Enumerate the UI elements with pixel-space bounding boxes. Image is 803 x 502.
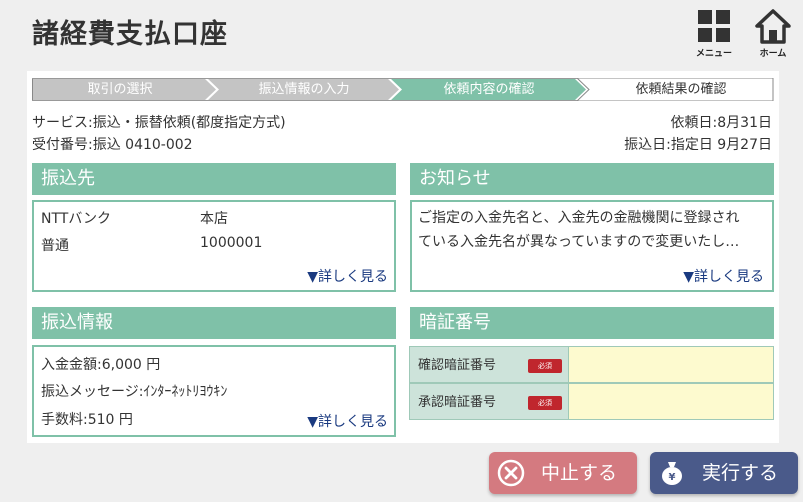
transfer-box: 入金金額:6,000 円 振込メッセージ:ｲﾝﾀｰﾈｯﾄﾘﾖｳｷﾝ 手数料:51… — [32, 345, 396, 437]
transfer-message: 振込メッセージ:ｲﾝﾀｰﾈｯﾄﾘﾖｳｷﾝ — [41, 384, 228, 400]
payee-heading: 振込先 — [32, 163, 396, 195]
approve-pin-input[interactable] — [569, 383, 774, 420]
notice-details-link[interactable]: ▼詳しく見る — [683, 266, 764, 286]
notice-heading: お知らせ — [410, 163, 774, 195]
notice-line-1: ご指定の入金先名と、入金先の金融機関に登録され — [418, 210, 740, 226]
transfer-fee: 手数料:510 円 — [41, 412, 133, 428]
svg-text:¥: ¥ — [669, 472, 676, 483]
required-badge: 必須 — [528, 359, 562, 373]
approve-pin-row: 承認暗証番号 必須 — [409, 383, 774, 420]
payee-box: NTTバンク 本店 普通 1000001 ▼詳しく見る — [32, 200, 396, 292]
execute-button[interactable]: ¥ 実行する — [650, 452, 798, 494]
transfer-amount: 入金金額:6,000 円 — [41, 357, 161, 373]
payee-account-type: 普通 — [41, 238, 69, 254]
transfer-heading: 振込情報 — [32, 307, 396, 339]
pin-heading: 暗証番号 — [410, 307, 774, 339]
notice-line-2: ている入金先名が異なっていますので変更いたし… — [418, 234, 740, 250]
menu-label: メニュー — [695, 49, 732, 59]
home-label: ホーム — [759, 49, 787, 59]
step-4: 依頼結果の確認 — [635, 82, 727, 97]
confirm-pin-row: 確認暗証番号 必須 — [409, 346, 774, 383]
step-3-active: 依頼内容の確認 — [443, 82, 535, 97]
step-1: 取引の選択 — [87, 82, 153, 97]
main-panel: 取引の選択 振込情報の入力 依頼内容の確認 依頼結果の確認 サービス:振込・振替… — [27, 71, 779, 443]
payee-details-link[interactable]: ▼詳しく見る — [307, 266, 388, 286]
required-badge: 必須 — [528, 396, 562, 410]
cancel-icon — [497, 459, 525, 487]
cancel-label: 中止する — [541, 462, 618, 484]
home-icon — [755, 9, 791, 44]
receipt-number: 受付番号:振込 0410-002 — [32, 137, 193, 153]
payee-bank: NTTバンク — [41, 211, 112, 227]
confirm-pin-input[interactable] — [569, 346, 774, 383]
money-bag-icon: ¥ — [662, 462, 682, 485]
transfer-date: 振込日:指定日 9月27日 — [624, 137, 772, 153]
execute-label: 実行する — [702, 462, 779, 484]
step-2: 振込情報の入力 — [258, 82, 350, 97]
grid-menu-icon — [698, 10, 730, 42]
transfer-details-link[interactable]: ▼詳しく見る — [307, 411, 388, 431]
page-title: 諸経費支払口座 — [32, 19, 228, 50]
home-button[interactable]: ホーム — [750, 8, 796, 59]
notice-box: ご指定の入金先名と、入金先の金融機関に登録され ている入金先名が異なっていますの… — [410, 200, 774, 292]
cancel-button[interactable]: 中止する — [489, 452, 637, 494]
service-info: サービス:振込・振替依頼(都度指定方式) — [32, 115, 286, 131]
payee-account-number: 1000001 — [200, 235, 263, 251]
payee-branch: 本店 — [200, 211, 228, 227]
step-indicator: 取引の選択 振込情報の入力 依頼内容の確認 依頼結果の確認 — [32, 78, 774, 101]
confirm-pin-label: 確認暗証番号 必須 — [409, 346, 569, 383]
menu-button[interactable]: メニュー — [691, 8, 737, 59]
request-date: 依頼日:8月31日 — [670, 115, 772, 131]
approve-pin-label: 承認暗証番号 必須 — [409, 383, 569, 420]
